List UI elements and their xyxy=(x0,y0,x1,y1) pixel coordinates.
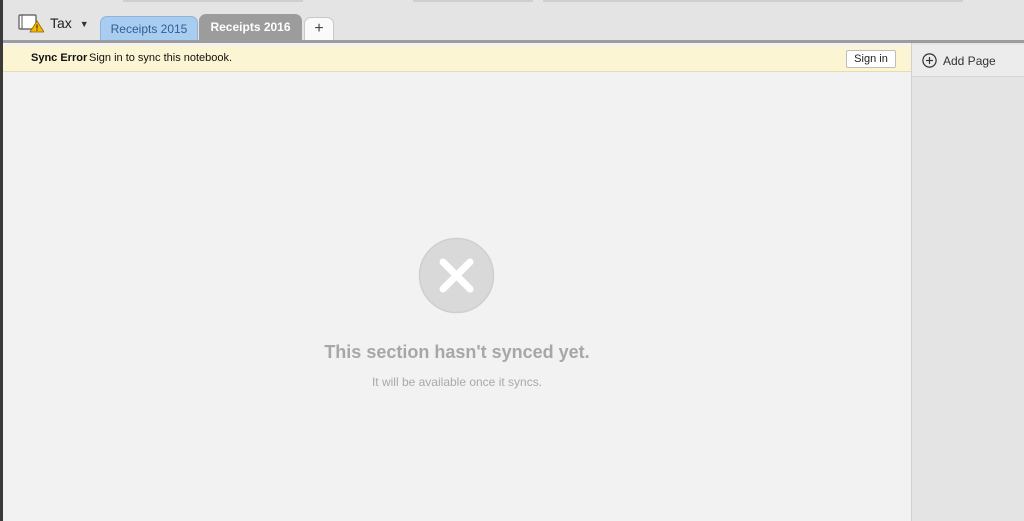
page-canvas: This section hasn't synced yet. It will … xyxy=(3,72,911,521)
not-synced-subtext: It will be available once it syncs. xyxy=(371,375,543,389)
sign-in-button[interactable]: Sign in xyxy=(846,50,896,68)
toolbar-edge xyxy=(123,0,303,2)
add-page-button[interactable]: Add Page xyxy=(912,45,1024,77)
tab-label: Receipts 2015 xyxy=(110,21,188,36)
add-section-button[interactable]: + xyxy=(304,17,334,40)
notebook-switcher[interactable]: Tax ▼ xyxy=(18,10,89,36)
tab-receipts-2016[interactable]: Receipts 2016 xyxy=(199,14,302,40)
sync-error-title: Sync Error xyxy=(31,52,88,64)
close-circle-icon xyxy=(418,237,495,314)
sync-error-message: Sign in to sync this notebook. xyxy=(89,52,233,64)
add-page-label: Add Page xyxy=(943,53,996,68)
tab-label: Receipts 2016 xyxy=(210,20,291,34)
toolbar-edge xyxy=(413,0,533,2)
notebook-toolbar: Tax ▼ Receipts 2015 Receipts 2016 + xyxy=(3,0,1024,40)
notebook-name: Tax xyxy=(50,15,72,31)
tab-receipts-2015[interactable]: Receipts 2015 xyxy=(100,16,198,40)
toolbar-edge xyxy=(543,0,963,2)
notebook-warning-icon xyxy=(18,13,45,33)
plus-circle-icon xyxy=(922,53,937,68)
sync-error-bar: Sync Error Sign in to sync this notebook… xyxy=(3,46,911,72)
tab-underline xyxy=(3,40,1024,43)
page-list-panel: Add Page xyxy=(911,43,1024,521)
plus-icon: + xyxy=(314,20,324,37)
not-synced-heading: This section hasn't synced yet. xyxy=(324,342,590,362)
chevron-down-icon[interactable]: ▼ xyxy=(80,19,89,29)
